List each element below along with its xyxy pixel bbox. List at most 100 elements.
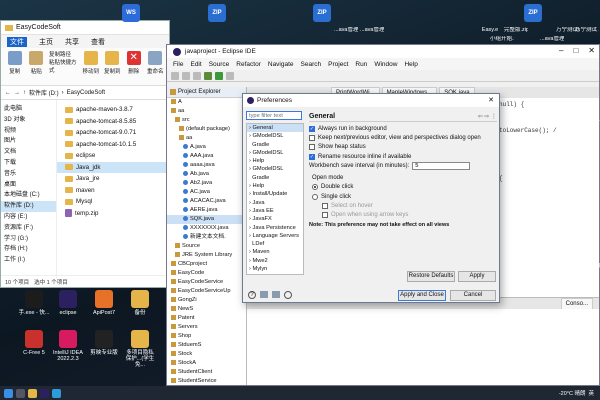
desktop-shortcut-label[interactable]: 小组开始.zip	[490, 36, 514, 42]
tree-item[interactable]: Patent	[167, 314, 246, 323]
nav-item[interactable]: 3D 对象	[1, 115, 56, 126]
file-row[interactable]: apache-tomcat-10.1.5	[57, 139, 169, 151]
tree-item[interactable]: (default package)	[167, 125, 246, 134]
ribbon-tab-file[interactable]: 文件	[7, 36, 27, 47]
menu-refactor[interactable]: Refactor	[236, 61, 261, 68]
tree-item[interactable]: EasyCodeService	[167, 278, 246, 287]
file-row[interactable]: maven	[57, 185, 169, 197]
tree-item[interactable]: JRE System Library	[167, 251, 246, 260]
delete-button[interactable]: ✕ 删除	[125, 51, 143, 82]
nav-item[interactable]: 下载	[1, 158, 56, 169]
checkbox-checked-icon[interactable]: ✓	[309, 153, 315, 160]
apply-and-close-button[interactable]: Apply and Close	[398, 290, 446, 301]
file-row[interactable]: apache-maven-3.8.7	[57, 104, 169, 116]
file-row[interactable]: eclipse	[57, 150, 169, 162]
forward-arrow-icon[interactable]: ⇨	[484, 114, 489, 120]
preference-tree-item[interactable]: › GModelDSL	[247, 149, 303, 157]
nav-item[interactable]: 音乐	[1, 169, 56, 180]
desktop-shortcut-label[interactable]: 机.doc	[578, 271, 600, 277]
menu-navigate[interactable]: Navigate	[268, 61, 294, 68]
nav-item[interactable]: 内容 (E:)	[1, 212, 56, 223]
copy-button[interactable]: 复制	[6, 51, 24, 82]
apply-button[interactable]: Apply	[458, 271, 496, 282]
tree-item[interactable]: AERE.java	[167, 206, 246, 215]
minimize-icon[interactable]: –	[559, 46, 563, 55]
tree-item[interactable]: A.java	[167, 143, 246, 152]
checkbox-icon[interactable]	[309, 144, 315, 151]
desktop-shortcut-label[interactable]: ...ava管理系统	[540, 36, 564, 42]
forward-arrow-icon[interactable]: →	[14, 90, 20, 96]
desktop-shortcut[interactable]: ZIP	[308, 4, 336, 24]
nav-item[interactable]: 图片	[1, 136, 56, 147]
menu-project[interactable]: Project	[328, 61, 348, 68]
menu-edit[interactable]: Edit	[190, 61, 201, 68]
rename-button[interactable]: 重命名	[146, 51, 164, 82]
nav-item[interactable]: 桌面	[1, 180, 56, 191]
copy-to-button[interactable]: 复制到	[103, 51, 121, 82]
menu-dots-icon[interactable]: ⋮	[491, 114, 497, 120]
tree-item[interactable]: Source	[167, 242, 246, 251]
nav-item[interactable]: 本地磁盘 (C:)	[1, 190, 56, 201]
desktop-shortcut-label[interactable]: Easy.e	[478, 27, 502, 33]
desktop-shortcut-label[interactable]: ...ava管理系统	[360, 27, 384, 33]
tree-item[interactable]: Ab2.java	[167, 179, 246, 188]
radio-icon[interactable]	[312, 193, 318, 200]
preference-tree-item[interactable]: › Language Servers	[247, 232, 303, 240]
save-interval-input[interactable]	[412, 161, 471, 170]
tree-item[interactable]: CBCproject	[167, 260, 246, 269]
preference-tree-item[interactable]: › Help	[247, 157, 303, 165]
cancel-button[interactable]: Cancel	[450, 290, 496, 301]
tree-item[interactable]: EasyCodeServiceUp	[167, 287, 246, 296]
desktop-shortcut[interactable]: C-Free 5	[18, 330, 50, 356]
preference-tree-item[interactable]: › Help	[247, 182, 303, 190]
file-row[interactable]: temp.zip	[57, 208, 169, 220]
option-checkbox[interactable]: ✓ Rename resource inline if available	[309, 152, 497, 161]
nav-item[interactable]: 学习 (G:)	[1, 234, 56, 245]
tree-item[interactable]: Shop	[167, 332, 246, 341]
checkbox-checked-icon[interactable]: ✓	[309, 125, 315, 132]
tree-item[interactable]: 新建文本文档.	[167, 233, 246, 242]
preferences-toggle-icon[interactable]	[284, 291, 292, 299]
desktop-shortcut[interactable]: 手.exe - 快...	[18, 290, 50, 316]
expand-chevron-icon[interactable]: ›	[249, 274, 252, 275]
new-icon[interactable]	[171, 71, 179, 80]
file-row[interactable]: Java_jre	[57, 173, 169, 185]
desktop-shortcut[interactable]: 剪映专业版	[88, 330, 120, 356]
preference-tree-item[interactable]: › GModelDSL	[247, 132, 303, 140]
nav-item[interactable]: 文档	[1, 147, 56, 158]
nav-item[interactable]: 存档 (H:)	[1, 244, 56, 255]
save-icon[interactable]	[182, 71, 190, 80]
desktop-shortcut[interactable]: 多项目隐私保护...(学生免...	[124, 330, 156, 368]
preference-tree-item[interactable]: › JavaFX	[247, 215, 303, 223]
desktop-shortcut[interactable]: eclipse	[52, 290, 84, 316]
tree-item[interactable]: StudentService	[167, 377, 246, 386]
checkbox-icon[interactable]	[309, 134, 315, 141]
menu-help[interactable]: Help	[404, 61, 417, 68]
preference-tree-item[interactable]: › Maven	[247, 248, 303, 256]
desktop-shortcut-label[interactable]: 完整版.zip	[504, 27, 528, 33]
ribbon-tab-home[interactable]: 主页	[39, 37, 53, 47]
weather-text[interactable]: -20°C 晴朗	[559, 389, 586, 397]
desktop-shortcut[interactable]: IntelliJ IDEA 2022.2.3	[52, 330, 84, 362]
tree-item[interactable]: aa	[167, 134, 246, 143]
file-explorer-icon[interactable]	[28, 388, 37, 398]
tree-item[interactable]: Servers	[167, 323, 246, 332]
preference-tree-item[interactable]: › Install/Update	[247, 190, 303, 198]
option-checkbox[interactable]: Show heap status	[309, 143, 497, 152]
desktop-shortcut-label[interactable]: ...ava管理系统	[334, 27, 358, 33]
tree-item[interactable]: src	[167, 116, 246, 125]
maximize-icon[interactable]: □	[573, 46, 578, 55]
restore-defaults-button[interactable]: Restore Defaults	[407, 271, 455, 282]
paste-shortcut-button[interactable]: 粘贴快捷方式	[49, 59, 78, 75]
tree-item[interactable]: Stock	[167, 350, 246, 359]
back-arrow-icon[interactable]: ←	[5, 90, 11, 96]
desktop-shortcut-label[interactable]: 详细设计文档	[578, 119, 600, 125]
tree-item[interactable]: aa	[167, 107, 246, 116]
nav-item[interactable]: 软件库 (D:)	[1, 201, 56, 212]
nav-item[interactable]: 此电脑	[1, 104, 56, 115]
close-icon[interactable]: ✕	[588, 46, 595, 55]
option-checkbox[interactable]: ✓ Always run in background	[309, 124, 497, 133]
menu-file[interactable]: File	[173, 61, 183, 68]
menu-window[interactable]: Window	[374, 61, 397, 68]
search-icon[interactable]	[16, 388, 25, 398]
